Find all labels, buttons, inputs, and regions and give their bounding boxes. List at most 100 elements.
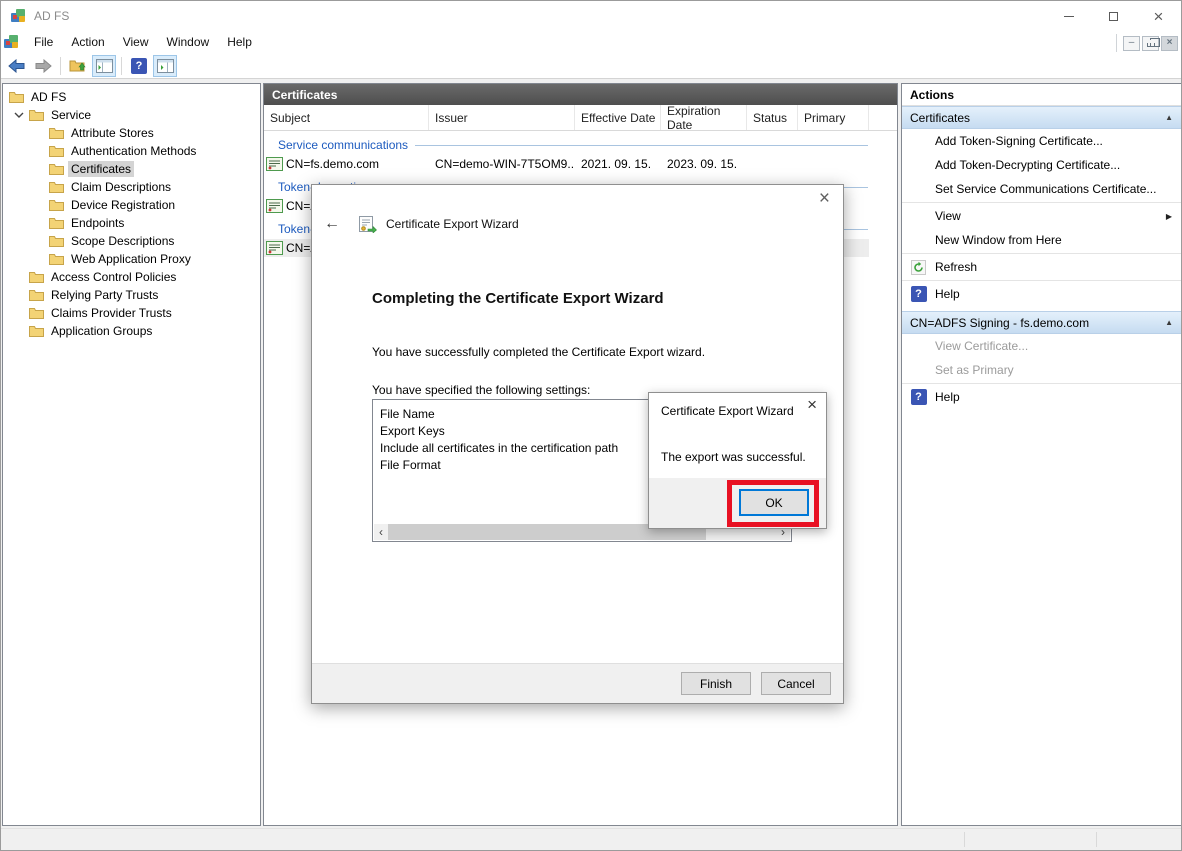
close-icon[interactable]: × xyxy=(807,396,817,413)
tree-item-web-application-proxy[interactable]: Web Application Proxy xyxy=(3,250,260,268)
tree-item-application-groups[interactable]: Application Groups xyxy=(3,322,260,340)
close-icon: × xyxy=(1154,8,1164,25)
actions-separator xyxy=(902,280,1181,281)
minimize-icon xyxy=(1064,16,1074,17)
tree-item-claim-descriptions[interactable]: Claim Descriptions xyxy=(3,178,260,196)
group-service-communications: Service communications xyxy=(264,137,869,153)
back-arrow-icon[interactable]: ← xyxy=(320,215,344,233)
child-minimize-button[interactable]: – xyxy=(1123,36,1140,51)
tree-item-label: Application Groups xyxy=(48,323,155,339)
finish-button[interactable]: Finish xyxy=(681,672,751,695)
action-help-2[interactable]: ? Help xyxy=(902,385,1181,409)
tree-item-endpoints[interactable]: Endpoints xyxy=(3,214,260,232)
column-expiration-date[interactable]: Expiration Date xyxy=(661,105,747,130)
help-icon: ? xyxy=(911,286,927,302)
folder-icon xyxy=(9,91,24,103)
folder-icon xyxy=(29,289,44,301)
column-primary[interactable]: Primary xyxy=(798,105,869,130)
forward-button[interactable] xyxy=(31,55,55,77)
refresh-icon xyxy=(906,260,931,275)
collapse-icon[interactable]: ▲ xyxy=(1165,113,1173,122)
tree-item-access-control-policies[interactable]: Access Control Policies xyxy=(3,268,260,286)
actions-separator xyxy=(902,202,1181,203)
chevron-down-icon[interactable] xyxy=(9,112,29,118)
back-button[interactable] xyxy=(5,55,29,77)
menu-action[interactable]: Action xyxy=(62,32,113,52)
tree-item-authentication-methods[interactable]: Authentication Methods xyxy=(3,142,260,160)
column-status[interactable]: Status xyxy=(747,105,798,130)
tree-item-label: Endpoints xyxy=(68,215,127,231)
tree-item-adfs[interactable]: AD FS xyxy=(3,88,260,106)
child-restore-button[interactable] xyxy=(1142,36,1159,51)
forward-arrow-icon xyxy=(34,59,52,73)
scroll-left-icon[interactable]: ‹ xyxy=(374,524,388,540)
section-title: Certificates xyxy=(910,111,1165,125)
minimize-icon: – xyxy=(1129,38,1135,48)
toolbar: ? xyxy=(1,53,1181,79)
column-issuer[interactable]: Issuer xyxy=(429,105,575,130)
adfs-app-icon xyxy=(10,8,26,24)
action-view[interactable]: View ▶ xyxy=(902,204,1181,228)
cert-subject: CN=fs.demo.com xyxy=(286,157,379,171)
close-button[interactable]: × xyxy=(1136,1,1181,31)
menu-help[interactable]: Help xyxy=(218,32,261,52)
tree-item-scope-descriptions[interactable]: Scope Descriptions xyxy=(3,232,260,250)
action-help[interactable]: ? Help xyxy=(902,282,1181,306)
tree-item-service[interactable]: Service xyxy=(3,106,260,124)
tree-item-claims-provider-trusts[interactable]: Claims Provider Trusts xyxy=(3,304,260,322)
action-add-token-signing[interactable]: Add Token-Signing Certificate... xyxy=(902,129,1181,153)
actions-section-certificates[interactable]: Certificates ▲ xyxy=(902,106,1181,129)
action-set-as-primary[interactable]: Set as Primary xyxy=(902,358,1181,382)
status-separator xyxy=(1096,832,1097,847)
help-icon: ? xyxy=(911,389,927,405)
menu-view[interactable]: View xyxy=(114,32,158,52)
help-icon: ? xyxy=(131,58,147,74)
wizard-header: ← Certificate Export Wizard xyxy=(320,215,519,233)
column-effective-date[interactable]: Effective Date xyxy=(575,105,661,130)
cancel-button[interactable]: Cancel xyxy=(761,672,831,695)
tree-item-attribute-stores[interactable]: Attribute Stores xyxy=(3,124,260,142)
show-action-pane-button[interactable] xyxy=(153,55,177,77)
menu-window[interactable]: Window xyxy=(158,32,219,52)
certificate-row[interactable]: CN=fs.demo.com CN=demo-WIN-7T5OM9... 202… xyxy=(264,155,869,173)
action-add-token-decrypting[interactable]: Add Token-Decrypting Certificate... xyxy=(902,153,1181,177)
wizard-footer: Finish Cancel xyxy=(312,663,843,703)
cert-effective: 2021. 09. 15. xyxy=(575,157,661,171)
folder-icon xyxy=(49,217,64,229)
restore-icon xyxy=(1147,40,1155,47)
menu-bar: File Action View Window Help – × xyxy=(1,31,1181,53)
close-icon[interactable]: × xyxy=(819,189,830,208)
tree-item-label: Device Registration xyxy=(68,197,178,213)
menu-file[interactable]: File xyxy=(25,32,62,52)
action-view-certificate[interactable]: View Certificate... xyxy=(902,334,1181,358)
action-new-window[interactable]: New Window from Here xyxy=(902,228,1181,252)
back-arrow-icon xyxy=(8,59,26,73)
column-subject[interactable]: Subject xyxy=(264,105,429,130)
tree-item-device-registration[interactable]: Device Registration xyxy=(3,196,260,214)
folder-icon xyxy=(49,127,64,139)
list-title-bar: Certificates xyxy=(264,84,897,105)
maximize-button[interactable] xyxy=(1091,1,1136,31)
folder-icon xyxy=(29,109,44,121)
tree-item-certificates[interactable]: Certificates xyxy=(3,160,260,178)
actions-separator xyxy=(902,383,1181,384)
close-icon: × xyxy=(1167,38,1173,48)
child-close-button[interactable]: × xyxy=(1161,36,1178,51)
folder-icon xyxy=(49,253,64,265)
up-one-level-button[interactable] xyxy=(66,55,90,77)
list-title: Certificates xyxy=(272,88,337,102)
action-set-service-communications[interactable]: Set Service Communications Certificate..… xyxy=(902,177,1181,201)
show-console-tree-button[interactable] xyxy=(92,55,116,77)
msgbox-title: Certificate Export Wizard xyxy=(661,404,794,418)
tree-item-relying-party-trusts[interactable]: Relying Party Trusts xyxy=(3,286,260,304)
wizard-heading: Completing the Certificate Export Wizard xyxy=(372,290,664,307)
action-refresh[interactable]: Refresh xyxy=(902,255,1181,279)
window-controls: × xyxy=(1046,1,1181,31)
help-button[interactable]: ? xyxy=(127,55,151,77)
certificate-icon xyxy=(266,199,283,213)
msgbox-text: The export was successful. xyxy=(661,450,806,464)
minimize-button[interactable] xyxy=(1046,1,1091,31)
collapse-icon[interactable]: ▲ xyxy=(1165,318,1173,327)
tree-item-label: Web Application Proxy xyxy=(68,251,194,267)
actions-section-adfs-signing[interactable]: CN=ADFS Signing - fs.demo.com ▲ xyxy=(902,311,1181,334)
